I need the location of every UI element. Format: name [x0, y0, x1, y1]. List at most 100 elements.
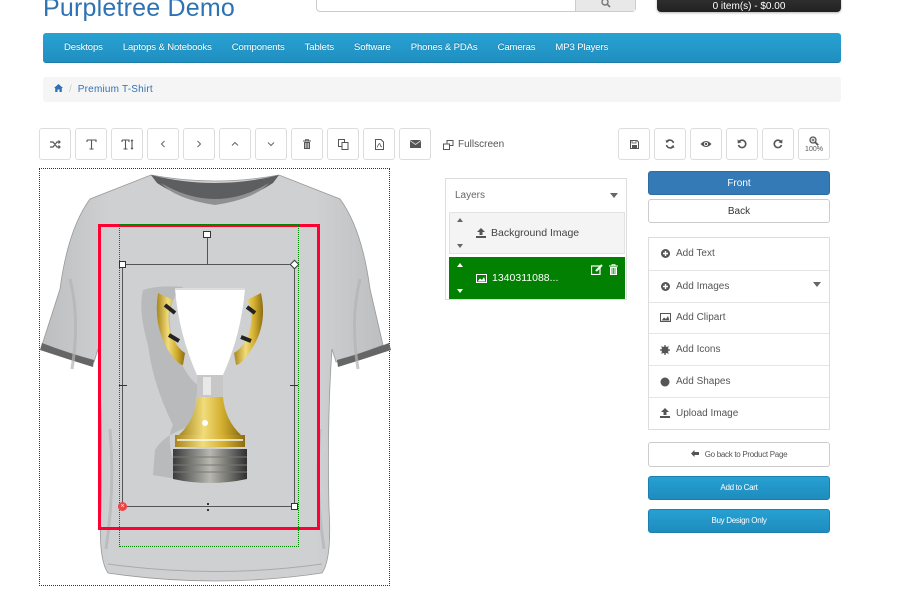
trophy-image [141, 286, 264, 483]
layers-header[interactable]: Layers [446, 179, 626, 211]
add-text-tool[interactable]: Add Text [649, 238, 829, 270]
layer-label: Background Image [491, 227, 580, 239]
fullscreen-button[interactable]: Fullscreen [443, 139, 504, 150]
plus-circle-icon [660, 249, 670, 259]
top-left-handle[interactable] [119, 261, 126, 268]
back-side-button[interactable]: Back [648, 199, 830, 223]
add-shapes-tool[interactable]: Add Shapes [649, 365, 829, 397]
go-back-button[interactable]: Go back to Product Page [648, 441, 830, 467]
search-input[interactable] [317, 0, 575, 11]
undo-button[interactable] [726, 128, 758, 160]
front-side-button[interactable]: Front [648, 171, 830, 195]
menu-item-mp3[interactable]: MP3 Players [545, 42, 618, 53]
selected-object[interactable]: × [118, 231, 300, 511]
eye-icon [700, 141, 712, 147]
add-icons-tool[interactable]: Add Icons [649, 333, 829, 365]
certificate-icon [660, 344, 670, 355]
menu-item-phones[interactable]: Phones & PDAs [401, 42, 488, 53]
trash-icon [303, 139, 311, 149]
right-handle[interactable] [290, 385, 298, 386]
upload-image-tool[interactable]: Upload Image [649, 396, 829, 429]
copy-icon [337, 138, 348, 150]
zoom-level: 100% [805, 146, 823, 153]
store-logo[interactable]: Purpletree Demo [43, 0, 235, 23]
tool-label: Add Clipart [676, 312, 726, 324]
add-text-button[interactable] [75, 128, 107, 160]
upload-icon [660, 408, 670, 419]
zoom-button[interactable]: 100% [798, 128, 830, 160]
move-layer-down-icon[interactable] [457, 289, 463, 293]
layer-reorder[interactable] [450, 218, 470, 248]
design-toolbar [39, 128, 431, 160]
envelope-icon [409, 140, 421, 148]
menu-item-tablets[interactable]: Tablets [295, 42, 344, 53]
layer-reorder[interactable] [450, 263, 470, 293]
menu-item-laptops[interactable]: Laptops & Notebooks [113, 42, 222, 53]
design-canvas[interactable]: × [39, 168, 391, 586]
text-icon [85, 138, 97, 150]
menu-item-software[interactable]: Software [344, 42, 401, 53]
layer-item-selected[interactable]: 1340311088... [449, 257, 625, 299]
redo-button[interactable] [762, 128, 794, 160]
cart-label: 0 item(s) - $0.00 [712, 1, 786, 12]
bottom-right-handle[interactable] [291, 503, 298, 510]
tool-label: Add Images [676, 280, 730, 292]
move-up-button[interactable] [219, 128, 251, 160]
delete-button[interactable] [291, 128, 323, 160]
caret-down-icon [813, 281, 821, 287]
copy-button[interactable] [327, 128, 359, 160]
menu-item-desktops[interactable]: Desktops [54, 42, 113, 53]
rotate-handle[interactable] [203, 231, 211, 238]
layers-panel: Layers Background Image 1340311088... [445, 178, 627, 300]
tool-label: Add Shapes [676, 376, 731, 388]
breadcrumb-separator: / [69, 84, 72, 95]
trash-icon[interactable] [609, 264, 618, 275]
buy-design-only-button[interactable]: Buy Design Only [648, 508, 830, 533]
move-right-button[interactable] [183, 128, 215, 160]
menu-item-components[interactable]: Components [222, 42, 295, 53]
move-down-button[interactable] [255, 128, 287, 160]
delete-object-handle[interactable]: × [118, 502, 127, 511]
menu-item-cameras[interactable]: Cameras [488, 42, 546, 53]
breadcrumb-current[interactable]: Premium T-Shirt [78, 84, 153, 95]
arrow-left-icon [690, 450, 699, 458]
go-back-label: Go back to Product Page [704, 449, 788, 459]
tool-label: Upload Image [676, 407, 739, 419]
move-layer-up-icon[interactable] [457, 263, 463, 267]
move-layer-up-icon[interactable] [457, 218, 463, 222]
tool-label: Add Text [676, 248, 715, 260]
home-icon[interactable] [54, 84, 63, 95]
chevron-right-icon [197, 140, 202, 148]
left-handle[interactable] [119, 385, 127, 386]
save-button[interactable] [618, 128, 650, 160]
export-pdf-button[interactable] [363, 128, 395, 160]
search-button[interactable] [575, 0, 635, 11]
chevron-down-icon [267, 142, 275, 147]
fullscreen-icon [443, 139, 454, 150]
add-to-cart-button[interactable]: Add to Cart [648, 475, 830, 500]
move-left-button[interactable] [147, 128, 179, 160]
breadcrumb: / Premium T-Shirt [43, 77, 841, 102]
rotate-handle-line [207, 238, 208, 265]
cart-button[interactable]: 0 item(s) - $0.00 [657, 0, 841, 12]
upload-icon [476, 228, 486, 238]
tool-label: Add Icons [676, 344, 721, 356]
shuffle-icon [49, 139, 61, 149]
preview-button[interactable] [690, 128, 722, 160]
add-clipart-tool[interactable]: Add Clipart [649, 301, 829, 334]
plus-circle-icon [660, 281, 670, 291]
email-button[interactable] [399, 128, 431, 160]
canvas-toolbar: 100% [618, 128, 830, 160]
image-icon [476, 273, 487, 283]
text-height-icon [120, 138, 133, 150]
text-height-button[interactable] [111, 128, 143, 160]
edit-icon[interactable] [591, 264, 603, 275]
bottom-handle[interactable] [207, 503, 209, 511]
refresh-icon [665, 139, 675, 149]
add-images-tool[interactable]: Add Images [649, 269, 829, 302]
move-layer-down-icon[interactable] [457, 244, 463, 248]
refresh-button[interactable] [654, 128, 686, 160]
layer-item[interactable]: Background Image [449, 212, 625, 254]
file-pdf-icon [374, 138, 384, 150]
shuffle-button[interactable] [39, 128, 71, 160]
